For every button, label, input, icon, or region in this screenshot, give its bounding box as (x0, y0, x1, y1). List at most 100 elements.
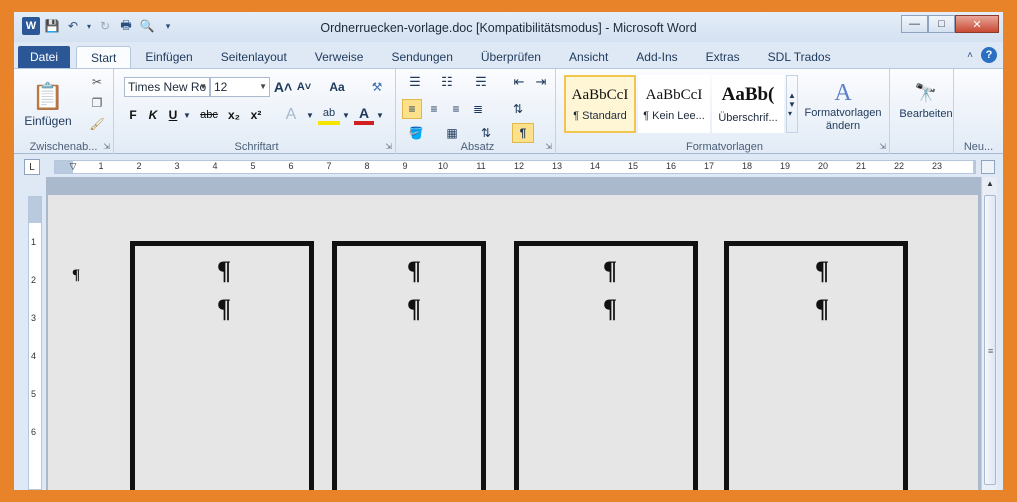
ribbon: 📋 Einfügen ✂ ❐ 🖌 Zwischenab... ⇲ Times N… (14, 68, 1003, 154)
bullets-icon[interactable]: ☰ (402, 73, 428, 91)
styles-scroll[interactable]: ▲ ▼ ▾ (786, 75, 798, 133)
horizontal-ruler[interactable]: ▽ 1 2 3 4 5 6 7 8 9 10 11 12 13 14 15 16… (54, 160, 976, 174)
ruler-right-margin (973, 161, 975, 173)
bold-button[interactable]: F (124, 105, 142, 125)
view-ruler-button[interactable] (981, 160, 995, 174)
ruler-top-margin (29, 197, 41, 223)
shrink-font-button[interactable]: A˅ (295, 77, 313, 97)
tab-einfuegen[interactable]: Einfügen (131, 46, 206, 68)
copy-icon[interactable]: ❐ (88, 94, 106, 112)
editing-button[interactable]: 🔭 Bearbeiten (898, 77, 954, 125)
borders-icon[interactable]: ▦ (438, 123, 466, 143)
strikethrough-button[interactable]: abc (196, 105, 222, 125)
tab-datei[interactable]: Datei (18, 46, 71, 68)
maximize-button[interactable]: □ (928, 15, 955, 33)
word-window: W 💾 ↶ ▾ ↻ 🖶 🔍 ▾ Ordnerruecken-vorlage.do… (14, 12, 1003, 490)
numbering-icon[interactable]: ☷ (434, 73, 460, 91)
format-painter-icon[interactable]: 🖌 (88, 115, 106, 133)
tab-right-controls: ˄ ? (967, 47, 997, 63)
subscript-button[interactable]: x₂ (224, 105, 244, 125)
title-bar: W 💾 ↶ ▾ ↻ 🖶 🔍 ▾ Ordnerruecken-vorlage.do… (14, 12, 1003, 42)
align-right-icon[interactable]: ≡ (446, 99, 466, 119)
tab-ueberpruefen[interactable]: Überprüfen (467, 46, 555, 68)
paragraph-mark: ¶ (815, 294, 830, 323)
spine-label-1[interactable]: ¶ ¶ (130, 241, 314, 490)
font-name-combo[interactable]: Times New Ro ▼ (124, 77, 210, 97)
multilevel-list-icon[interactable]: ☴ (468, 73, 494, 91)
font-size-value: 12 (214, 80, 228, 94)
paragraph-mark: ¶ (603, 294, 618, 323)
ruler-number: 8 (364, 161, 370, 171)
tab-start[interactable]: Start (76, 46, 132, 68)
scroll-up-icon[interactable]: ▲ (984, 179, 996, 191)
style-standard[interactable]: AaBbCcI ¶ Standard (564, 75, 636, 133)
spine-label-3[interactable]: ¶ ¶ (514, 241, 698, 490)
dialog-launcher-icon[interactable]: ⇲ (385, 142, 392, 151)
clear-formatting-icon[interactable]: ⚒ (366, 77, 388, 97)
tab-extras[interactable]: Extras (692, 46, 754, 68)
style-ueberschrift[interactable]: AaBb( Überschrif... (712, 75, 784, 133)
paste-label: Einfügen (24, 113, 72, 128)
editing-label: Bearbeiten (899, 107, 953, 120)
tab-ansicht[interactable]: Ansicht (555, 46, 622, 68)
font-size-combo[interactable]: 12 ▼ (210, 77, 270, 97)
underline-button[interactable]: U (164, 105, 182, 125)
text-effects-icon[interactable]: A (280, 105, 302, 125)
window-controls: — □ ✕ (901, 15, 999, 33)
shading-icon[interactable]: 🪣 (402, 123, 430, 143)
justify-icon[interactable]: ≣ (468, 99, 488, 119)
vertical-ruler[interactable]: 1 2 3 4 5 6 (28, 196, 42, 490)
chevron-down-icon: ▼ (199, 82, 207, 91)
chevron-down-icon[interactable]: ▼ (342, 105, 350, 125)
change-styles-button[interactable]: A Formatvorlagen ändern (800, 73, 886, 139)
spine-label-2[interactable]: ¶ ¶ (332, 241, 486, 490)
dialog-launcher-icon[interactable]: ⇲ (103, 142, 110, 151)
tab-sendungen[interactable]: Sendungen (377, 46, 466, 68)
minimize-ribbon-icon[interactable]: ˄ (967, 50, 973, 61)
show-marks-button[interactable]: ¶ (512, 123, 534, 143)
scroll-thumb[interactable]: ≡ (984, 195, 996, 485)
minimize-button[interactable]: — (901, 15, 928, 33)
document-page[interactable]: ¶ ¶ ¶ ¶ ¶ ¶ ¶ ¶ ¶ (48, 195, 978, 490)
indent-marker-icon[interactable]: ▽ (70, 161, 77, 172)
ruler-number: 6 (31, 427, 37, 437)
chevron-down-icon[interactable]: ▼ (376, 105, 384, 125)
ruler-number: 5 (250, 161, 256, 171)
paste-button[interactable]: 📋 Einfügen (22, 73, 74, 135)
style-kein-leerraum[interactable]: AaBbCcI ¶ Kein Lee... (638, 75, 710, 133)
tab-seitenlayout[interactable]: Seitenlayout (207, 46, 301, 68)
tab-verweise[interactable]: Verweise (301, 46, 378, 68)
paragraph-mark: ¶ (407, 256, 422, 285)
help-icon[interactable]: ? (981, 47, 997, 63)
change-case-button[interactable]: Aa (324, 77, 350, 97)
clipboard-icon: 📋 (31, 80, 65, 111)
align-center-icon[interactable]: ≡ (424, 99, 444, 119)
font-color-button[interactable]: A (354, 105, 374, 125)
decrease-indent-icon[interactable]: ⇤ (510, 73, 528, 91)
ruler-number: 4 (31, 351, 37, 361)
close-button[interactable]: ✕ (955, 15, 999, 33)
ruler-number: 2 (31, 275, 37, 285)
chevron-down-icon[interactable]: ▼ (306, 105, 314, 125)
ruler-number: 9 (402, 161, 408, 171)
highlight-button[interactable]: ab (318, 105, 340, 125)
increase-indent-icon[interactable]: ⇥ (532, 73, 550, 91)
tab-add-ins[interactable]: Add-Ins (622, 46, 691, 68)
ribbon-tabs: Datei Start Einfügen Seitenlayout Verwei… (14, 42, 1003, 68)
superscript-button[interactable]: x² (246, 105, 266, 125)
align-left-icon[interactable]: ≡ (402, 99, 422, 119)
spine-label-4[interactable]: ¶ ¶ (724, 241, 908, 490)
change-styles-icon: A (834, 79, 852, 106)
dialog-launcher-icon[interactable]: ⇲ (879, 142, 886, 151)
cut-icon[interactable]: ✂ (88, 73, 106, 91)
sort-icon[interactable]: ⇅ (476, 123, 496, 143)
tab-sdl-trados[interactable]: SDL Trados (754, 46, 845, 68)
italic-button[interactable]: K (144, 105, 162, 125)
grow-font-button[interactable]: A˄ (274, 77, 292, 97)
chevron-down-icon[interactable]: ▼ (182, 105, 192, 125)
dialog-launcher-icon[interactable]: ⇲ (545, 142, 552, 151)
vertical-scrollbar[interactable]: ▲ ≡ (981, 177, 997, 490)
tab-selector[interactable]: L (24, 159, 40, 175)
line-spacing-icon[interactable]: ⇅ (504, 99, 532, 119)
ruler-number: 19 (779, 161, 791, 171)
